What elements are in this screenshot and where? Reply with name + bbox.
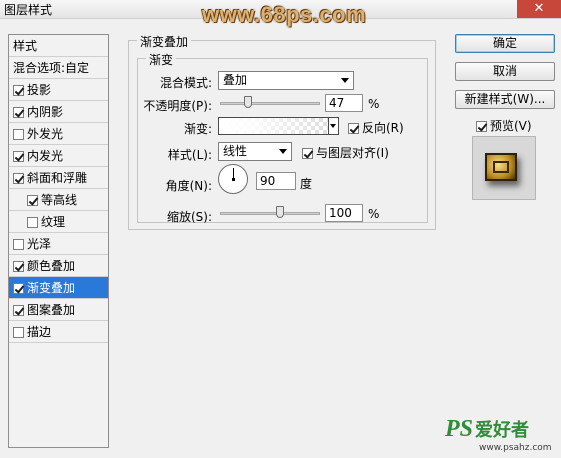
style-item-label: 描边 [27,325,52,339]
psahz-logo-text: PS [445,416,474,442]
reverse-checkbox-wrap[interactable]: 反向(R) [348,119,404,136]
style-item-checkbox[interactable] [13,173,24,184]
style-item-checkbox[interactable] [27,217,38,228]
gradient-dropdown-button[interactable] [329,117,339,135]
blend-mode-label: 混合模式: [159,76,212,90]
cancel-button[interactable]: 取消 [455,62,555,81]
chevron-down-icon [279,149,287,154]
reverse-label: 反向(R) [362,121,404,135]
style-item-label: 纹理 [41,215,66,229]
window-title: 图层样式 [4,3,53,17]
style-item[interactable]: 等高线 [9,189,108,211]
psahz-logo-cn: 爱好者 [475,420,530,440]
angle-dial[interactable] [218,164,248,194]
watermark-top: www.68ps.com [202,2,367,27]
preview-checkbox-wrap[interactable]: 预览(V) [476,117,532,134]
style-value: 线性 [223,144,248,158]
style-item-checkbox[interactable] [13,239,24,250]
opacity-value: 47 [329,96,345,110]
ok-button[interactable]: 确定 [455,34,555,53]
opacity-slider[interactable] [220,102,320,105]
angle-value: 90 [260,174,276,188]
style-item-label: 斜面和浮雕 [27,171,88,185]
style-item-label: 图案叠加 [27,303,76,317]
close-button[interactable]: ✕ [517,0,561,18]
blend-mode-select[interactable]: 叠加 [218,71,354,90]
scale-slider[interactable] [220,212,320,215]
style-item-label: 渐变叠加 [27,281,76,295]
style-item-checkbox[interactable] [13,151,24,162]
style-item-label: 内阴影 [27,105,64,119]
angle-label: 角度(N): [165,179,212,193]
style-select[interactable]: 线性 [218,142,292,161]
blend-mode-value: 叠加 [223,73,248,87]
blend-options-item[interactable]: 混合选项:自定 [9,57,108,79]
chevron-down-icon [330,124,336,128]
style-preview [472,136,536,200]
style-item[interactable]: 斜面和浮雕 [9,167,108,189]
style-item-checkbox[interactable] [13,283,24,294]
align-with-layer-label: 与图层对齐(I) [316,146,389,160]
style-item-label: 投影 [27,83,52,97]
style-item-checkbox[interactable] [13,261,24,272]
style-list: 样式 混合选项:自定 投影内阴影外发光内发光斜面和浮雕等高线纹理光泽颜色叠加渐变… [8,34,109,448]
opacity-input[interactable]: 47 [325,94,363,112]
new-style-button[interactable]: 新建样式(W)... [455,90,555,109]
style-list-header[interactable]: 样式 [9,35,108,57]
style-item-label: 等高线 [41,193,78,207]
style-label: 样式(L): [167,148,212,162]
style-item-checkbox[interactable] [13,85,24,96]
chevron-down-icon [341,78,349,83]
blend-options-label: 混合选项:自定 [13,61,90,75]
reverse-checkbox[interactable] [348,123,359,134]
style-item[interactable]: 外发光 [9,123,108,145]
style-preview-thumbnail [485,153,517,181]
style-list-header-label: 样式 [13,39,38,53]
align-with-layer-checkbox[interactable] [302,148,313,159]
gradient-preview[interactable] [218,117,329,135]
style-item[interactable]: 图案叠加 [9,299,108,321]
style-item[interactable]: 光泽 [9,233,108,255]
style-item[interactable]: 颜色叠加 [9,255,108,277]
style-item[interactable]: 渐变叠加 [9,277,108,299]
style-item-checkbox[interactable] [13,305,24,316]
scale-input[interactable]: 100 [325,204,363,222]
style-item-label: 光泽 [27,237,52,251]
preview-label: 预览(V) [490,119,532,133]
psahz-logo: PS 爱好者 [445,416,529,443]
scale-value: 100 [329,206,352,220]
align-checkbox-wrap[interactable]: 与图层对齐(I) [302,144,389,161]
gradient-label: 渐变: [183,122,212,136]
style-item-checkbox[interactable] [13,129,24,140]
style-item-checkbox[interactable] [13,327,24,338]
angle-dial-hub [232,178,235,181]
gradient-legend: 渐变 [146,51,177,68]
scale-unit: % [368,207,380,221]
style-item-label: 内发光 [27,149,64,163]
opacity-label: 不透明度(P): [143,99,212,113]
style-item-label: 外发光 [27,127,64,141]
gradient-fade [219,118,328,134]
angle-input[interactable]: 90 [256,172,296,190]
style-item[interactable]: 纹理 [9,211,108,233]
style-item-label: 颜色叠加 [27,259,76,273]
style-item[interactable]: 内阴影 [9,101,108,123]
style-item-checkbox[interactable] [13,107,24,118]
style-item[interactable]: 投影 [9,79,108,101]
preview-checkbox[interactable] [476,121,487,132]
scale-slider-thumb[interactable] [276,206,284,218]
scale-label: 缩放(S): [166,210,212,224]
angle-unit: 度 [300,177,313,191]
style-item-checkbox[interactable] [27,195,38,206]
opacity-unit: % [368,97,380,111]
gradient-overlay-legend: 渐变叠加 [137,33,192,50]
psahz-url: www.psahz.com [479,443,552,453]
opacity-slider-thumb[interactable] [244,96,253,108]
style-item[interactable]: 描边 [9,321,108,343]
style-item[interactable]: 内发光 [9,145,108,167]
